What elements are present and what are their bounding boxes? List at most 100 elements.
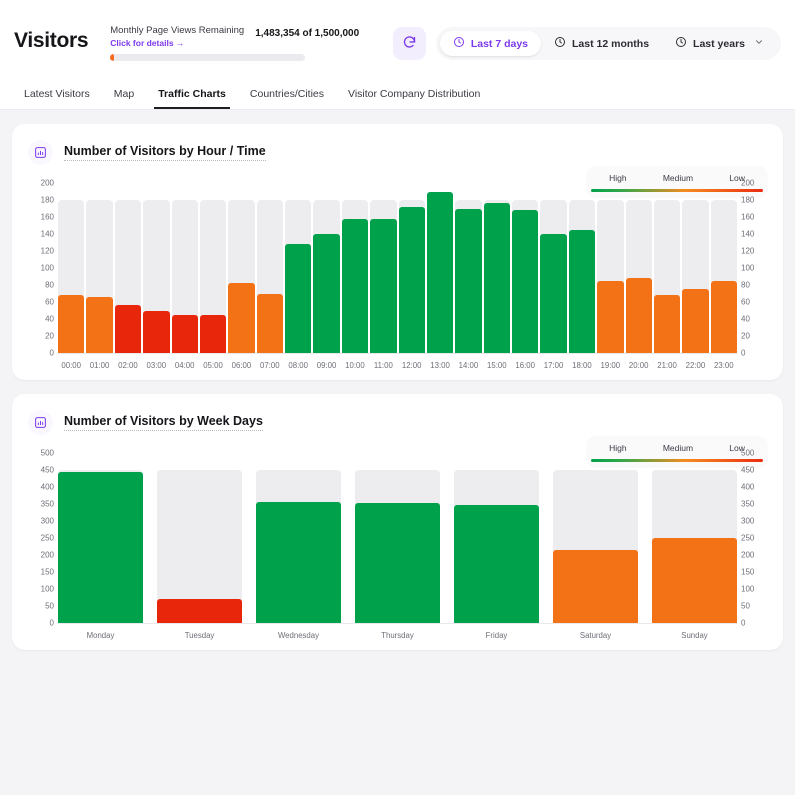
x-axis-label-wrap: Friday: [454, 624, 539, 640]
card-header: Number of Visitors by Week Days: [28, 410, 767, 435]
y-axis-tick: 400: [41, 483, 54, 492]
bar-column[interactable]: [256, 453, 341, 623]
bar-fill[interactable]: [313, 234, 339, 353]
bar-fill[interactable]: [157, 599, 242, 623]
range-option-last-7-days[interactable]: Last 7 days: [440, 31, 541, 56]
bar-column[interactable]: [682, 183, 708, 353]
quota-details-link[interactable]: Click for details →: [110, 37, 244, 49]
bar-track: [427, 192, 453, 354]
legend-label-medium: Medium: [663, 173, 693, 183]
bar-track: [313, 200, 339, 353]
card-title: Number of Visitors by Hour / Time: [64, 144, 266, 161]
bar-fill[interactable]: [200, 315, 226, 353]
bar-fill[interactable]: [115, 305, 141, 353]
bar-fill[interactable]: [228, 283, 254, 353]
bar-fill[interactable]: [370, 219, 396, 353]
bar-column[interactable]: [654, 183, 680, 353]
y-axis-tick: 200: [741, 179, 754, 188]
bar-fill[interactable]: [569, 230, 595, 353]
quota-widget[interactable]: Monthly Page Views Remaining Click for d…: [110, 24, 359, 61]
y-axis-tick: 160: [741, 213, 754, 222]
bar-column[interactable]: [484, 183, 510, 353]
bar-column[interactable]: [86, 183, 112, 353]
bar-column[interactable]: [58, 183, 84, 353]
bar-column[interactable]: [597, 183, 623, 353]
page-root: Visitors Monthly Page Views Remaining Cl…: [0, 0, 795, 795]
bar-fill[interactable]: [355, 503, 440, 623]
range-option-last-years[interactable]: Last years: [662, 31, 777, 56]
bar-fill[interactable]: [553, 550, 638, 623]
bar-column[interactable]: [512, 183, 538, 353]
tab-countries-cities[interactable]: Countries/Cities: [238, 88, 336, 109]
range-option-last-12-months[interactable]: Last 12 months: [541, 31, 662, 56]
y-axis-tick: 140: [41, 230, 54, 239]
x-axis-tick-label: 11:00: [374, 361, 393, 370]
bar-column[interactable]: [454, 453, 539, 623]
bar-fill[interactable]: [58, 295, 84, 353]
bar-fill[interactable]: [597, 281, 623, 353]
quota-title: Monthly Page Views Remaining: [110, 24, 244, 37]
bar-fill[interactable]: [626, 278, 652, 353]
bar-column[interactable]: [711, 183, 737, 353]
bar-column[interactable]: [355, 453, 440, 623]
bar-fill[interactable]: [654, 295, 680, 353]
bar-column[interactable]: [157, 453, 242, 623]
y-axis-tick: 250: [41, 534, 54, 543]
bar-fill[interactable]: [512, 210, 538, 353]
y-axis-tick: 100: [41, 585, 54, 594]
tab-latest-visitors[interactable]: Latest Visitors: [12, 88, 102, 109]
bar-column[interactable]: [455, 183, 481, 353]
legend-label-high: High: [609, 443, 626, 453]
bar-column[interactable]: [115, 183, 141, 353]
bar-column[interactable]: [427, 183, 453, 353]
bar-column[interactable]: [58, 453, 143, 623]
tab-traffic-charts[interactable]: Traffic Charts: [146, 88, 238, 109]
refresh-button[interactable]: [393, 27, 426, 60]
bar-track: [355, 470, 440, 623]
bar-column[interactable]: [626, 183, 652, 353]
bar-fill[interactable]: [455, 209, 481, 354]
bar-fill[interactable]: [652, 538, 737, 623]
bar-column[interactable]: [313, 183, 339, 353]
bar-fill[interactable]: [342, 219, 368, 353]
bar-group: [58, 183, 737, 353]
bar-column[interactable]: [569, 183, 595, 353]
bar-fill[interactable]: [86, 297, 112, 353]
bar-column[interactable]: [172, 183, 198, 353]
bar-fill[interactable]: [484, 203, 510, 353]
bar-column[interactable]: [652, 453, 737, 623]
bar-fill[interactable]: [285, 244, 311, 353]
bar-fill[interactable]: [399, 207, 425, 353]
bar-column[interactable]: [553, 453, 638, 623]
bar-track: [484, 200, 510, 353]
bar-column[interactable]: [285, 183, 311, 353]
y-axis-tick: 50: [45, 602, 54, 611]
bar-column[interactable]: [257, 183, 283, 353]
bar-track: [626, 200, 652, 353]
bar-column[interactable]: [370, 183, 396, 353]
bar-fill[interactable]: [711, 281, 737, 353]
bar-column[interactable]: [143, 183, 169, 353]
range-option-label: Last 12 months: [572, 38, 649, 50]
bar-fill[interactable]: [257, 294, 283, 354]
bar-fill[interactable]: [58, 472, 143, 623]
bar-fill[interactable]: [143, 311, 169, 354]
bar-track: [342, 200, 368, 353]
bar-fill[interactable]: [540, 234, 566, 353]
x-axis-tick-label: 20:00: [629, 361, 649, 370]
tab-map[interactable]: Map: [102, 88, 146, 109]
bar-fill[interactable]: [256, 502, 341, 623]
bar-fill[interactable]: [682, 289, 708, 353]
bar-column[interactable]: [399, 183, 425, 353]
bar-fill[interactable]: [172, 315, 198, 353]
bar-column[interactable]: [342, 183, 368, 353]
y-axis-tick: 150: [741, 568, 754, 577]
y-axis-tick: 140: [741, 230, 754, 239]
bar-fill[interactable]: [454, 505, 539, 623]
bar-column[interactable]: [540, 183, 566, 353]
tab-visitor-company-distribution[interactable]: Visitor Company Distribution: [336, 88, 492, 109]
bar-fill[interactable]: [427, 192, 453, 354]
bar-column[interactable]: [228, 183, 254, 353]
bar-column[interactable]: [200, 183, 226, 353]
x-axis-tick-label: Tuesday: [185, 631, 215, 640]
